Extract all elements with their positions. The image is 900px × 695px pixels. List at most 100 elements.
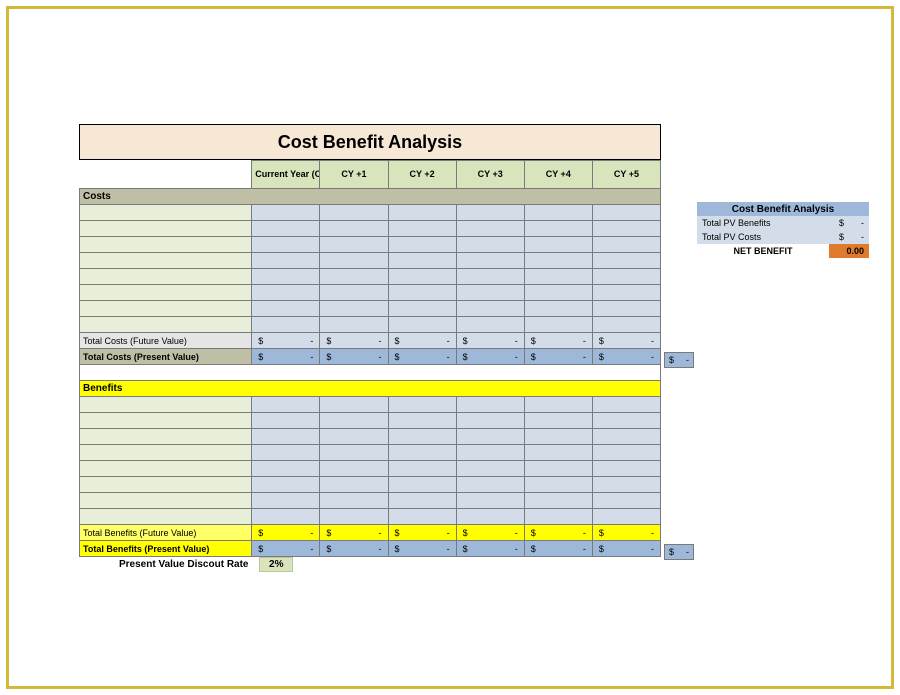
data-cell[interactable]	[524, 237, 592, 253]
data-cell[interactable]	[592, 477, 660, 493]
row-label-cell[interactable]	[80, 285, 252, 301]
data-cell[interactable]	[592, 509, 660, 525]
data-cell[interactable]	[592, 461, 660, 477]
data-cell[interactable]	[524, 285, 592, 301]
data-cell[interactable]	[252, 317, 320, 333]
total-costs-fv-cy2[interactable]: $-	[388, 333, 456, 349]
data-cell[interactable]	[456, 445, 524, 461]
data-cell[interactable]	[252, 253, 320, 269]
total-costs-fv-cy[interactable]: $-	[252, 333, 320, 349]
data-cell[interactable]	[320, 253, 388, 269]
data-cell[interactable]	[388, 509, 456, 525]
data-cell[interactable]	[320, 445, 388, 461]
data-cell[interactable]	[320, 461, 388, 477]
row-label-cell[interactable]	[80, 237, 252, 253]
data-cell[interactable]	[320, 509, 388, 525]
data-cell[interactable]	[524, 477, 592, 493]
data-cell[interactable]	[320, 477, 388, 493]
data-cell[interactable]	[592, 429, 660, 445]
total-benefits-fv-cy2[interactable]: $-	[388, 525, 456, 541]
data-cell[interactable]	[592, 413, 660, 429]
data-cell[interactable]	[456, 509, 524, 525]
data-cell[interactable]	[388, 205, 456, 221]
total-benefits-fv-cy5[interactable]: $-	[592, 525, 660, 541]
data-cell[interactable]	[388, 413, 456, 429]
total-costs-pv-cy3[interactable]: $-	[456, 349, 524, 365]
total-costs-fv-cy5[interactable]: $-	[592, 333, 660, 349]
total-costs-pv-cy2[interactable]: $-	[388, 349, 456, 365]
col-header-cy5[interactable]: CY +5	[592, 161, 660, 189]
row-label-cell[interactable]	[80, 397, 252, 413]
data-cell[interactable]	[320, 269, 388, 285]
data-cell[interactable]	[592, 269, 660, 285]
data-cell[interactable]	[252, 237, 320, 253]
data-cell[interactable]	[456, 397, 524, 413]
data-cell[interactable]	[524, 509, 592, 525]
data-cell[interactable]	[456, 301, 524, 317]
data-cell[interactable]	[252, 493, 320, 509]
data-cell[interactable]	[456, 237, 524, 253]
data-cell[interactable]	[320, 285, 388, 301]
data-cell[interactable]	[524, 269, 592, 285]
total-costs-pv-cy5[interactable]: $-	[592, 349, 660, 365]
discount-rate-value[interactable]: 2%	[259, 557, 293, 572]
data-cell[interactable]	[320, 397, 388, 413]
col-header-cy1[interactable]: CY +1	[320, 161, 388, 189]
row-label-cell[interactable]	[80, 269, 252, 285]
data-cell[interactable]	[388, 477, 456, 493]
data-cell[interactable]	[524, 301, 592, 317]
data-cell[interactable]	[320, 493, 388, 509]
total-costs-pv-cy1[interactable]: $-	[320, 349, 388, 365]
data-cell[interactable]	[524, 253, 592, 269]
data-cell[interactable]	[592, 285, 660, 301]
row-label-cell[interactable]	[80, 445, 252, 461]
total-benefits-fv-cy4[interactable]: $-	[524, 525, 592, 541]
data-cell[interactable]	[252, 461, 320, 477]
data-cell[interactable]	[388, 397, 456, 413]
data-cell[interactable]	[320, 429, 388, 445]
total-benefits-pv-cy4[interactable]: $-	[524, 541, 592, 557]
total-benefits-fv-cy3[interactable]: $-	[456, 525, 524, 541]
row-label-cell[interactable]	[80, 301, 252, 317]
total-costs-fv-cy1[interactable]: $-	[320, 333, 388, 349]
data-cell[interactable]	[456, 493, 524, 509]
data-cell[interactable]	[456, 461, 524, 477]
data-cell[interactable]	[592, 253, 660, 269]
data-cell[interactable]	[592, 205, 660, 221]
data-cell[interactable]	[456, 253, 524, 269]
data-cell[interactable]	[592, 317, 660, 333]
data-cell[interactable]	[388, 253, 456, 269]
row-label-cell[interactable]	[80, 493, 252, 509]
data-cell[interactable]	[524, 493, 592, 509]
data-cell[interactable]	[524, 413, 592, 429]
data-cell[interactable]	[524, 397, 592, 413]
data-cell[interactable]	[252, 397, 320, 413]
data-cell[interactable]	[388, 269, 456, 285]
data-cell[interactable]	[252, 205, 320, 221]
data-cell[interactable]	[524, 461, 592, 477]
row-label-cell[interactable]	[80, 429, 252, 445]
data-cell[interactable]	[320, 221, 388, 237]
data-cell[interactable]	[592, 237, 660, 253]
row-label-cell[interactable]	[80, 477, 252, 493]
col-header-cy2[interactable]: CY +2	[388, 161, 456, 189]
data-cell[interactable]	[320, 317, 388, 333]
data-cell[interactable]	[456, 413, 524, 429]
data-cell[interactable]	[388, 493, 456, 509]
data-cell[interactable]	[252, 477, 320, 493]
data-cell[interactable]	[252, 285, 320, 301]
data-cell[interactable]	[524, 445, 592, 461]
total-benefits-pv-cy[interactable]: $-	[252, 541, 320, 557]
col-header-cy4[interactable]: CY +4	[524, 161, 592, 189]
data-cell[interactable]	[456, 285, 524, 301]
row-label-cell[interactable]	[80, 509, 252, 525]
data-cell[interactable]	[388, 445, 456, 461]
data-cell[interactable]	[524, 221, 592, 237]
data-cell[interactable]	[456, 317, 524, 333]
total-costs-pv-cy[interactable]: $-	[252, 349, 320, 365]
data-cell[interactable]	[592, 301, 660, 317]
data-cell[interactable]	[388, 221, 456, 237]
data-cell[interactable]	[592, 493, 660, 509]
data-cell[interactable]	[524, 429, 592, 445]
total-benefits-pv-cy5[interactable]: $-	[592, 541, 660, 557]
